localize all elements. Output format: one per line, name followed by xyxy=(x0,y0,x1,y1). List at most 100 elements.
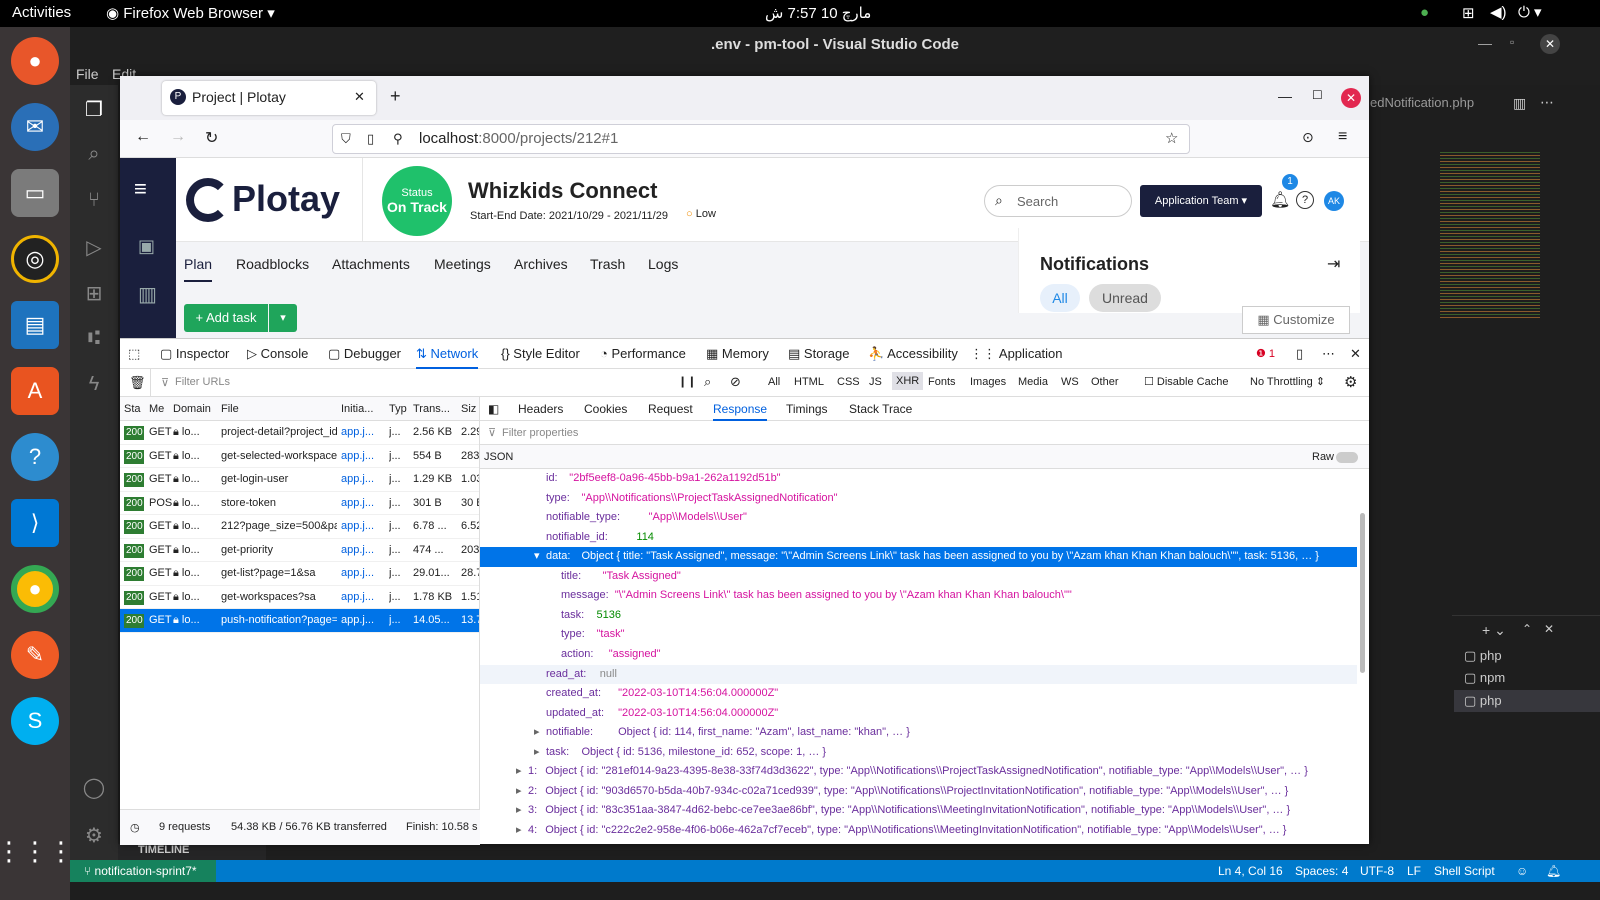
expand-toggle-icon[interactable]: ▸ xyxy=(534,743,540,763)
show-apps-icon[interactable]: ⋮⋮⋮ xyxy=(0,827,74,875)
table-row[interactable]: 200 GET 🔒︎ lo... get-list?page=1&sa app.j...… xyxy=(120,562,479,586)
tab-attachments[interactable]: Attachments xyxy=(332,256,410,272)
dock-side-icon[interactable]: ▯ xyxy=(1296,339,1303,369)
vscode-icon[interactable]: ⟩ xyxy=(11,499,59,547)
encoding[interactable]: UTF-8 xyxy=(1360,864,1394,878)
tab-cookies[interactable]: Cookies xyxy=(584,397,627,421)
table-row[interactable]: 200 GET 🔒︎ lo... project-detail?project_id a… xyxy=(120,421,479,445)
minimize-icon[interactable]: — xyxy=(1278,88,1292,104)
col-method[interactable]: Me xyxy=(149,397,164,421)
account-icon[interactable]: ◯ xyxy=(80,775,108,803)
rhythmbox-icon[interactable]: ◎ xyxy=(11,235,59,283)
tab-accessibility[interactable]: ⛹ Accessibility xyxy=(868,339,958,369)
forward-icon[interactable]: → xyxy=(170,128,186,146)
col-type[interactable]: Typ xyxy=(389,397,407,421)
json-line[interactable]: updated_at: "2022-03-10T14:56:04.000000Z" xyxy=(480,704,1357,724)
filter-all[interactable]: All xyxy=(768,376,780,388)
search-icon[interactable]: ⌕ xyxy=(80,143,108,171)
json-line[interactable]: type: "App\\Notifications\\ProjectTaskAss… xyxy=(480,489,1357,509)
expand-toggle-icon[interactable]: ▾ xyxy=(534,547,540,567)
shield-icon[interactable]: ⛉ xyxy=(341,125,351,153)
tab-request[interactable]: Request xyxy=(648,397,693,421)
filter-html[interactable]: HTML xyxy=(794,376,824,388)
bell-icon[interactable]: 🔔︎ xyxy=(1546,864,1561,878)
json-line[interactable]: notifiable_id: 114 xyxy=(480,528,1357,548)
filter-unread-button[interactable]: Unread xyxy=(1089,284,1161,312)
search-input[interactable]: ⌕ Search xyxy=(984,185,1132,217)
permissions-icon[interactable]: ⚲ xyxy=(393,125,403,153)
menu-file[interactable]: File xyxy=(76,66,99,82)
more-actions-icon[interactable]: ⋯ xyxy=(1540,94,1554,111)
filter-all-button[interactable]: All xyxy=(1040,284,1080,312)
json-line[interactable]: type: "task" xyxy=(480,625,1357,645)
json-line[interactable]: message: "\"Admin Screens Link\" task has… xyxy=(480,586,1357,606)
filter-css[interactable]: CSS xyxy=(837,376,860,388)
pocket-icon[interactable]: ⊙ xyxy=(1302,129,1314,146)
new-tab-icon[interactable]: + xyxy=(390,86,401,107)
settings-gear-icon[interactable]: ⚙ xyxy=(1344,373,1357,391)
add-task-button[interactable]: + Add task xyxy=(184,304,268,332)
bookmark-star-icon[interactable]: ☆ xyxy=(1165,125,1178,153)
network-icon[interactable]: ⊞ xyxy=(1462,4,1475,22)
split-editor-icon[interactable]: ▥ xyxy=(1513,95,1526,112)
disable-cache-checkbox[interactable]: ☐ Disable Cache xyxy=(1144,375,1228,388)
indentation[interactable]: Spaces: 4 xyxy=(1295,864,1348,878)
filter-media[interactable]: Media xyxy=(1018,376,1048,388)
avatar[interactable]: AK xyxy=(1324,191,1344,211)
json-line[interactable]: read_at: null xyxy=(480,664,1357,684)
tab-roadblocks[interactable]: Roadblocks xyxy=(236,256,309,272)
json-line[interactable]: notifiable_type: "App\\Models\\User" xyxy=(480,508,1357,528)
language-mode[interactable]: Shell Script xyxy=(1434,864,1495,878)
branch-indicator[interactable]: ⑂ notification-sprint7* xyxy=(70,860,216,882)
help-icon[interactable]: ? xyxy=(11,433,59,481)
expand-toggle-icon[interactable]: ▸ xyxy=(516,801,522,821)
search-icon[interactable]: ⌕ xyxy=(704,374,711,390)
expand-toggle-icon[interactable]: ▸ xyxy=(534,723,540,743)
tab-meetings[interactable]: Meetings xyxy=(434,256,491,272)
help-icon[interactable]: ? xyxy=(1296,191,1314,209)
close-icon[interactable]: ✕ xyxy=(1540,34,1560,54)
col-transferred[interactable]: Trans... xyxy=(413,397,450,421)
tab-trash[interactable]: Trash xyxy=(590,256,625,272)
table-row[interactable]: 200 GET 🔒︎ lo... get-selected-workspace app.… xyxy=(120,445,479,468)
source-control-icon[interactable]: ⑂ xyxy=(80,189,108,217)
filter-js[interactable]: JS xyxy=(869,376,882,388)
block-icon[interactable]: ⊘ xyxy=(730,374,741,390)
status-badge[interactable]: Status On Track xyxy=(382,166,452,236)
tab-headers[interactable]: Headers xyxy=(518,397,563,421)
terminal-item[interactable]: ▢ php xyxy=(1464,648,1502,664)
table-row[interactable]: 200 GET 🔒︎ lo... push-notification?page= app… xyxy=(120,609,479,633)
git-graph-icon[interactable]: ⑆ xyxy=(80,327,108,355)
clock[interactable]: مارچ 10 7:57 ش xyxy=(765,4,871,22)
menu-toggle-icon[interactable]: ≡ xyxy=(134,176,147,202)
activities-button[interactable]: Activities xyxy=(12,4,71,21)
tab-stack-trace[interactable]: Stack Trace xyxy=(849,397,912,421)
minimap[interactable] xyxy=(1440,150,1540,320)
table-row[interactable]: 200 GET 🔒︎ lo... 212?page_size=500&pa app.j.… xyxy=(120,515,479,539)
tab-inspector[interactable]: ▢ Inspector xyxy=(160,339,229,369)
files-icon[interactable]: ▭ xyxy=(11,169,59,217)
feedback-icon[interactable]: ☺ xyxy=(1516,864,1528,878)
add-task-dropdown-icon[interactable]: ▾ xyxy=(269,304,297,332)
close-window-icon[interactable]: ✕ xyxy=(1341,88,1361,108)
json-line[interactable]: ▾ data: Object { title: "Task Assigned", m… xyxy=(480,547,1357,567)
json-line[interactable]: ▸ task: Object { id: 5136, milestone_id: 6… xyxy=(480,743,1357,763)
terminal-item[interactable]: ▢ php xyxy=(1454,690,1600,712)
editor-tab[interactable]: edNotification.php xyxy=(1370,90,1520,116)
tab-style-editor[interactable]: {} Style Editor xyxy=(501,339,580,369)
filter-images[interactable]: Images xyxy=(970,376,1006,388)
maximize-icon[interactable]: ☐ xyxy=(1312,88,1323,102)
bell-icon[interactable]: 🔔︎ xyxy=(1270,190,1290,210)
run-debug-icon[interactable]: ▷ xyxy=(80,235,108,263)
page-icon[interactable]: ▯ xyxy=(367,125,374,153)
priority-indicator[interactable]: ○ Low xyxy=(686,208,716,220)
pause-icon[interactable]: ❙❙ xyxy=(678,375,696,388)
tab-archives[interactable]: Archives xyxy=(514,256,568,272)
filter-other[interactable]: Other xyxy=(1091,376,1119,388)
table-row[interactable]: 200 GET 🔒︎ lo... get-login-user app.j... j...… xyxy=(120,468,479,492)
table-row[interactable]: 200 GET 🔒︎ lo... get-priority app.j... j... 47… xyxy=(120,539,479,562)
picker-icon[interactable]: ⬚ xyxy=(128,339,140,369)
more-options-icon[interactable]: ⋯ xyxy=(1322,339,1335,369)
power-icon[interactable]: ⏻ ▾ xyxy=(1518,3,1542,21)
json-line[interactable]: id: "2bf5eef8-0a96-45bb-b9a1-262a1192d51b… xyxy=(480,469,1357,489)
